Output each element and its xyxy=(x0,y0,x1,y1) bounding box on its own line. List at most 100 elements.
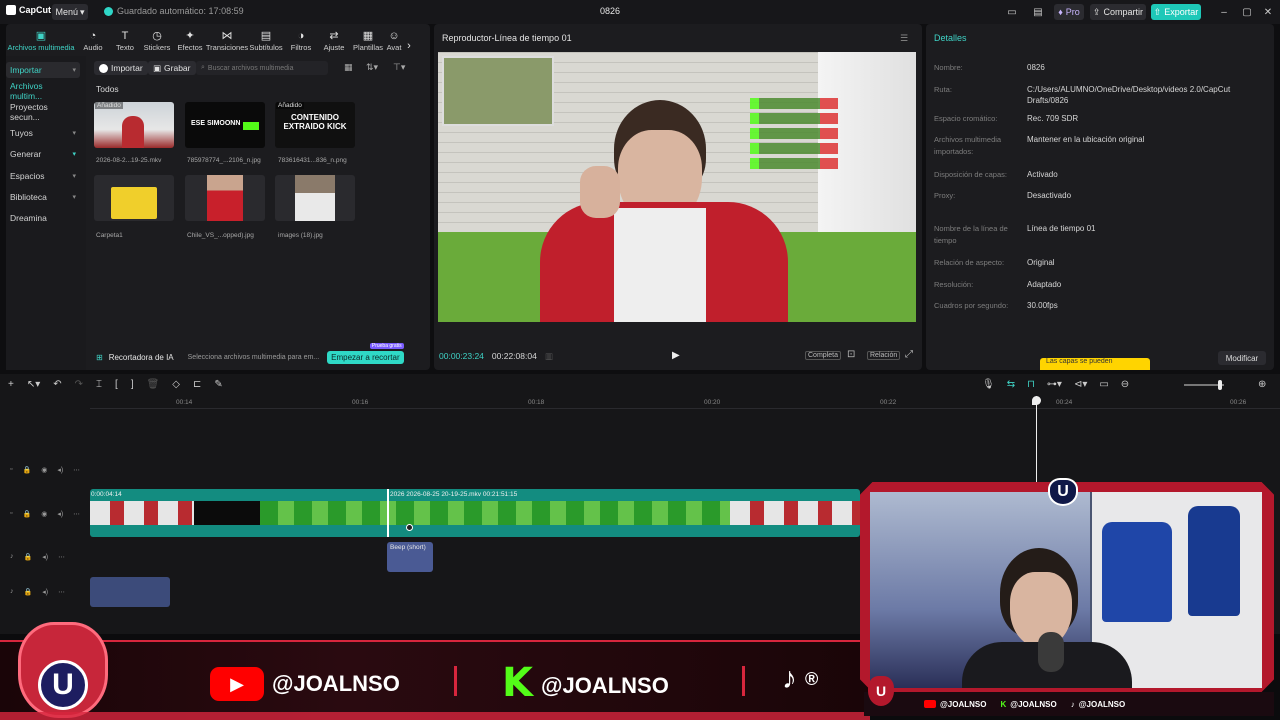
lock-icon[interactable]: 🔒 xyxy=(22,466,31,474)
aspect-ratio-button[interactable]: Relación xyxy=(867,351,901,360)
tab-audio[interactable]: ◔ Audio xyxy=(76,30,110,52)
trim-right-icon[interactable]: ] xyxy=(131,379,134,390)
marker-icon[interactable]: ◇ xyxy=(172,379,180,390)
eye-icon[interactable]: ◉ xyxy=(41,466,47,474)
sidebar-item-spaces[interactable]: Espacios ▾ xyxy=(6,168,80,184)
added-tag: Añadido xyxy=(95,102,123,109)
eye-icon[interactable]: ◉ xyxy=(41,510,47,518)
shortcuts-icon[interactable]: ▤ xyxy=(1030,4,1046,20)
lock-icon[interactable]: 🔒 xyxy=(24,588,33,596)
link-icon[interactable]: ⇆ xyxy=(1007,379,1015,390)
tab-media[interactable]: ▣ Archivos multimedia xyxy=(6,30,76,52)
media-thumb-image[interactable]: ESE SIMOONN xyxy=(185,102,265,148)
search-placeholder: Buscar archivos multimedia xyxy=(207,64,294,72)
delete-icon[interactable]: 🗑 xyxy=(147,379,160,390)
tab-effects[interactable]: ✦ Efectos xyxy=(174,30,206,52)
video-preview[interactable] xyxy=(438,52,916,322)
grid-view-icon[interactable]: ▦ xyxy=(344,62,353,73)
fullscreen-icon[interactable]: ⤢ xyxy=(905,349,913,360)
tab-text[interactable]: T Texto xyxy=(110,30,140,52)
media-thumb-image[interactable]: Añadido CONTENIDO EXTRAIDO KICK xyxy=(275,102,355,148)
tab-label: Plantillas xyxy=(352,43,383,52)
media-file-name: 785978774_...2106_n.jpg xyxy=(187,157,261,164)
media-search-input[interactable]: ⌕ Buscar archivos multimedia xyxy=(196,61,328,75)
ruler-tick: 00:22 xyxy=(880,399,897,406)
speaker-icon[interactable]: ◂) xyxy=(57,510,63,518)
timeline-zoom-icon[interactable]: ▥ xyxy=(545,351,553,362)
speaker-icon[interactable]: ◂) xyxy=(57,466,63,474)
player-menu-icon[interactable]: ☰ xyxy=(900,33,908,44)
video-track-clip[interactable]: 0:00:04:14 2026 2026-08-25 20-19-25.mkv … xyxy=(90,489,860,537)
export-button[interactable]: ⇧ Exportar xyxy=(1151,4,1201,20)
more-icon[interactable]: ⋯ xyxy=(73,510,80,518)
select-tool-icon[interactable]: ↖▾ xyxy=(27,379,40,390)
audio-clip[interactable] xyxy=(90,577,170,607)
split-icon[interactable]: ⌶ xyxy=(96,379,102,390)
pro-button[interactable]: ♦ Pro xyxy=(1054,4,1084,20)
draw-icon[interactable]: ✎ xyxy=(214,379,222,390)
start-cutting-button[interactable]: Empezar a recortar Prueba gratis xyxy=(327,342,404,364)
add-icon[interactable]: + xyxy=(8,379,14,390)
playhead[interactable] xyxy=(1036,396,1037,486)
sidebar-item-library[interactable]: Biblioteca ▾ xyxy=(6,189,80,205)
zoom-slider-handle[interactable] xyxy=(1218,380,1222,390)
tab-stickers[interactable]: ◷ Stickers xyxy=(140,30,174,52)
media-folder[interactable] xyxy=(94,175,174,221)
microphone-icon[interactable]: 🎙 xyxy=(982,379,995,390)
sidebar-item-dreamina[interactable]: Dreamina xyxy=(6,210,80,226)
redo-icon[interactable]: ↷ xyxy=(75,379,83,390)
audio-clip[interactable]: Beep (short) xyxy=(387,542,433,572)
sidebar-item-yours[interactable]: Tuyos ▾ xyxy=(6,125,80,141)
quality-toggle[interactable]: Completa xyxy=(805,351,841,360)
tab-subtitles[interactable]: ▤ Subtítulos xyxy=(248,30,284,52)
adjust-icon: ⇄ xyxy=(329,30,339,42)
freeze-icon[interactable]: ⊏ xyxy=(193,379,201,390)
minimize-icon[interactable]: – xyxy=(1216,4,1232,20)
zoom-slider[interactable] xyxy=(1184,380,1224,390)
record-button[interactable]: ▣ Grabar xyxy=(148,61,196,75)
speaker-icon[interactable]: ◂) xyxy=(42,588,48,596)
tab-templates[interactable]: ▦ Plantillas xyxy=(350,30,386,52)
media-thumb-image[interactable] xyxy=(185,175,265,221)
ruler-tick: 00:26 xyxy=(1230,399,1247,406)
more-icon[interactable]: ⋯ xyxy=(58,553,65,561)
sidebar-item-secondary-projects[interactable]: Proyectos secun... xyxy=(6,102,80,122)
playhead-handle[interactable] xyxy=(1032,396,1041,405)
zoom-in-icon[interactable]: ⊕ xyxy=(1258,379,1266,390)
lock-icon[interactable]: 🔒 xyxy=(22,510,31,518)
filter-icon[interactable]: ⊤▾ xyxy=(393,62,405,73)
more-icon[interactable]: ⋯ xyxy=(58,588,65,596)
zoom-out-icon[interactable]: ⊖ xyxy=(1121,379,1129,390)
layout-icon[interactable]: ▭ xyxy=(1004,4,1020,20)
toolbar-scroll-right[interactable]: › xyxy=(402,40,416,52)
tab-avatar[interactable]: ☺ Avat xyxy=(386,30,402,52)
footer-handle: @JOALNSO xyxy=(1078,699,1126,709)
share-button[interactable]: ⇪ Compartir xyxy=(1090,4,1146,20)
trim-left-icon[interactable]: [ xyxy=(115,379,118,390)
sidebar-item-media[interactable]: Archivos multim... xyxy=(6,81,80,101)
sidebar-item-generate[interactable]: Generar ▾ xyxy=(6,146,80,162)
crop-icon[interactable]: ⊡ xyxy=(847,349,855,360)
modify-button[interactable]: Modificar xyxy=(1218,351,1266,365)
magnet-icon[interactable]: ⊓ xyxy=(1027,379,1035,390)
play-button[interactable]: ▶ xyxy=(672,350,684,362)
keyframe-handle[interactable] xyxy=(406,524,413,531)
undo-icon[interactable]: ↶ xyxy=(53,379,61,390)
maximize-icon[interactable]: ▢ xyxy=(1239,4,1255,20)
import-button[interactable]: Importar xyxy=(94,61,148,75)
media-thumb-image[interactable] xyxy=(275,175,355,221)
speaker-icon[interactable]: ◂) xyxy=(42,553,48,561)
sidebar-item-import[interactable]: Importar ▾ xyxy=(6,62,80,78)
lock-icon[interactable]: 🔒 xyxy=(24,553,33,561)
snap-icon[interactable]: ⊲▾ xyxy=(1074,379,1087,390)
subtitle-icon[interactable]: ▭ xyxy=(1099,379,1108,390)
menu-button[interactable]: Menú ▾ xyxy=(52,4,88,20)
tab-transitions[interactable]: ⋈ Transiciones xyxy=(206,30,248,52)
media-thumb-video[interactable]: Añadido xyxy=(94,102,174,148)
sort-icon[interactable]: ⇅▾ xyxy=(366,62,378,73)
tab-filters[interactable]: ◑ Filtros xyxy=(284,30,318,52)
close-icon[interactable]: ✕ xyxy=(1260,4,1276,20)
tab-adjust[interactable]: ⇄ Ajuste xyxy=(318,30,350,52)
more-icon[interactable]: ⋯ xyxy=(73,466,80,474)
preview-axis-icon[interactable]: ⊶▾ xyxy=(1047,379,1062,390)
